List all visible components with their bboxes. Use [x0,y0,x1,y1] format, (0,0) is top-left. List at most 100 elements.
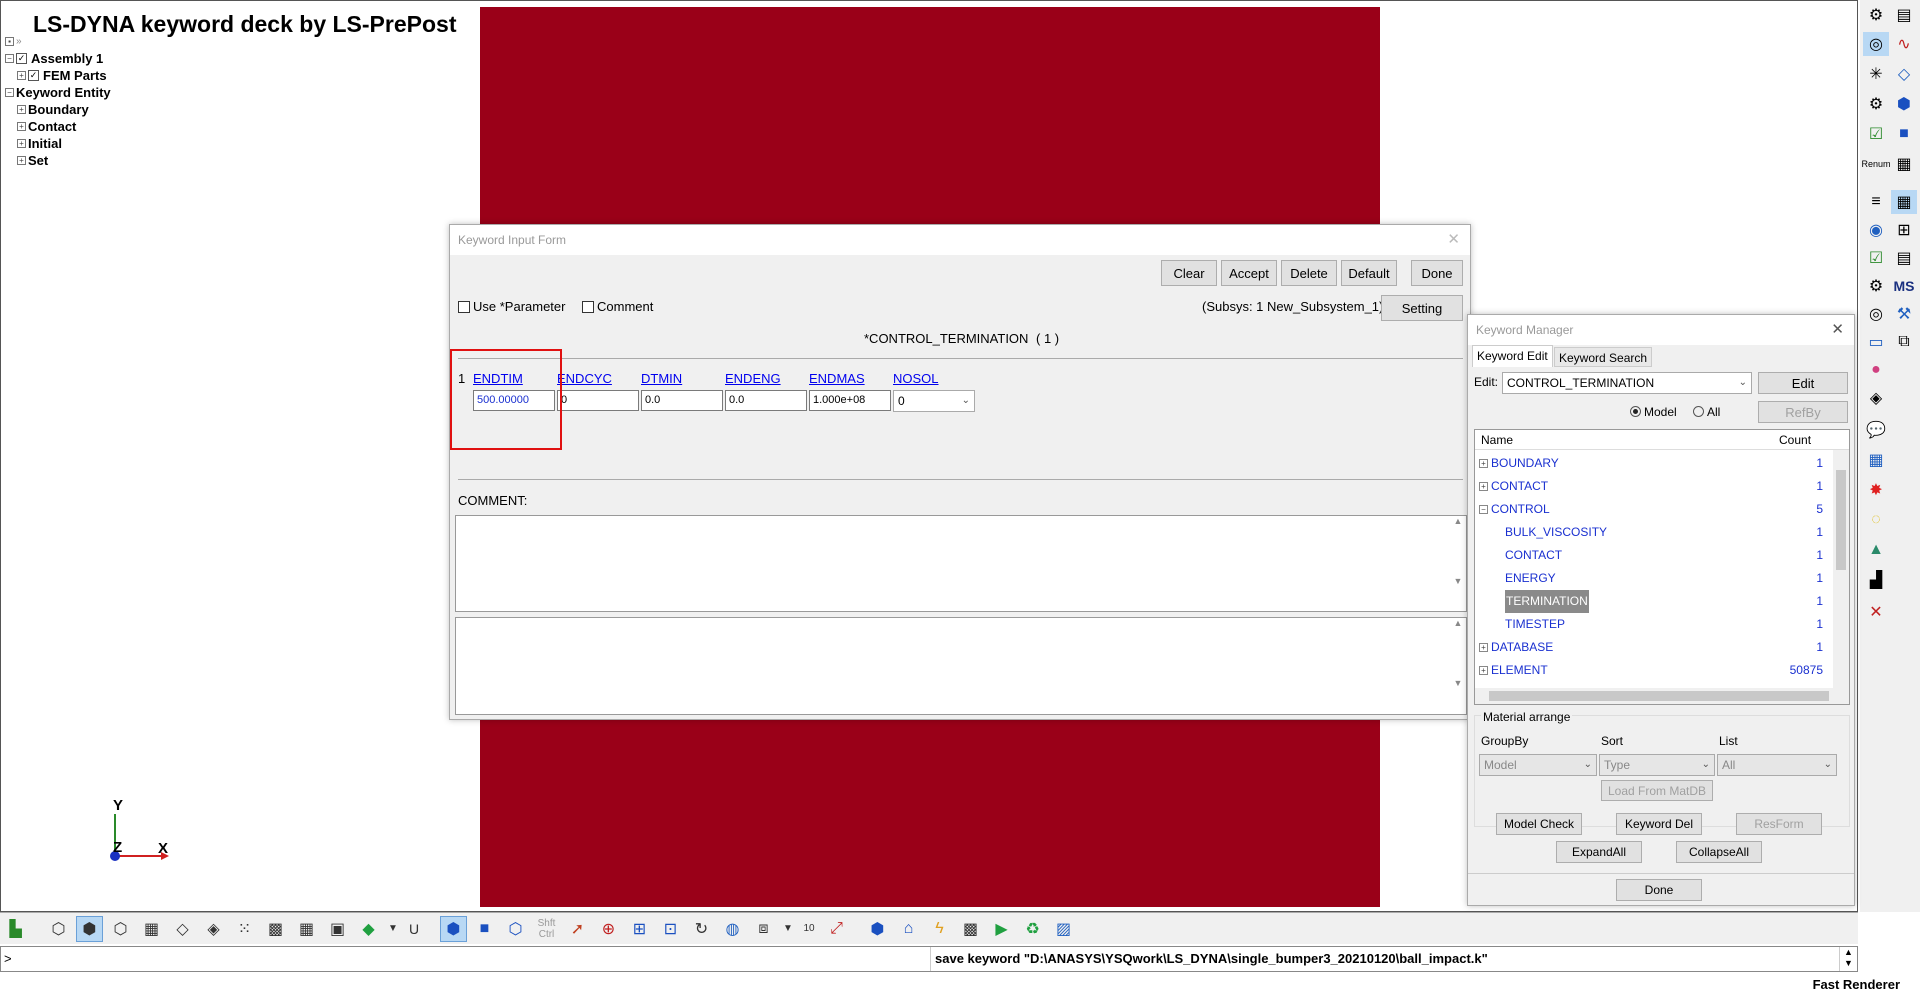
horizontal-scrollbar[interactable] [1475,688,1849,704]
model-check-button[interactable]: Model Check [1496,813,1582,835]
resform-button[interactable]: ResForm [1736,813,1822,835]
expand-icon[interactable]: + [17,156,26,165]
sort-select[interactable]: Type ⌄ [1599,754,1715,776]
tree-item-set[interactable]: + Set [5,152,111,169]
field-label-nosol[interactable]: NOSOL [893,371,939,386]
done-button[interactable]: Done [1411,260,1463,286]
nosol-select[interactable]: 0 ⌄ [893,390,975,412]
keyword-select[interactable]: CONTROL_TERMINATION ⌄ [1502,372,1752,394]
hidden-line-icon[interactable]: ⬡ [107,916,134,942]
delete-button[interactable]: Delete [1281,260,1337,286]
grid-mesh-icon[interactable]: ▦ [1891,152,1917,176]
expand-all-button[interactable]: ExpandAll [1556,841,1642,863]
view-dropdown-icon[interactable]: ▼ [781,916,795,942]
image-icon[interactable]: ▨ [1050,916,1077,942]
list-select[interactable]: All ⌄ [1717,754,1837,776]
checker-icon[interactable]: ▩ [957,916,984,942]
speech-bubble-icon[interactable]: 💬 [1863,418,1889,442]
hex-mesh-icon[interactable]: ⊞ [1891,218,1917,242]
scrollbar[interactable]: ▲ ▼ [1450,516,1466,611]
curve-icon[interactable]: ∿ [1891,32,1917,56]
shaded-view-icon[interactable]: ⬢ [440,915,467,942]
radio-on-icon[interactable] [1630,406,1641,417]
preview-textarea[interactable]: ▲ ▼ [455,617,1467,715]
rings-icon[interactable]: ◎ [1863,302,1889,326]
view-cube-icon[interactable]: ⧈ [750,916,777,942]
cube-color-icon[interactable]: ◈ [1863,386,1889,410]
tree-row[interactable]: BULK_VISCOSITY 1 [1475,521,1849,544]
tree-row[interactable]: TIMESTEP 1 [1475,613,1849,636]
mesh-tool-icon[interactable]: ◎ [1863,32,1889,56]
expand-icon[interactable]: + [17,122,26,131]
endcyc-input[interactable]: 0 [557,390,639,411]
checkbox-icon[interactable]: ✓ [16,53,27,64]
triangle-icon[interactable]: ▲ [1863,538,1889,562]
load-matdb-button[interactable]: Load From MatDB [1601,780,1713,801]
mesh-cube-icon[interactable]: ▦ [138,916,165,942]
command-input[interactable]: > [1,947,931,971]
grid-cube-icon[interactable]: ▩ [262,916,289,942]
double-arrow-icon[interactable]: » [16,33,22,50]
tree-row[interactable]: CONTACT 1 [1475,544,1849,567]
checkbox-icon[interactable]: ✓ [28,70,39,81]
tree-row[interactable]: ENERGY 1 [1475,567,1849,590]
expand-icon[interactable]: − [5,88,14,97]
shift-ctrl-icon[interactable]: Shft Ctrl [533,916,560,942]
field-label-endcyc[interactable]: ENDCYC [557,371,612,386]
tree-row[interactable]: + CONTACT 1 [1475,475,1849,498]
tree-assembly[interactable]: − ✓ Assembly 1 [5,50,111,67]
check-icon[interactable]: ☑ [1863,122,1889,146]
command-scrollbar[interactable]: ▲ ▼ [1839,947,1857,971]
wrench-icon[interactable]: ⚒ [1891,302,1917,326]
tree-row[interactable]: + ELEMENT 50875 [1475,659,1849,682]
fringe-icon[interactable]: ◆ [355,916,382,942]
close-icon[interactable]: ✕ [1831,315,1844,345]
expand-icon[interactable]: + [17,139,26,148]
dtmin-input[interactable]: 0.0 [641,390,723,411]
groupby-select[interactable]: Model ⌄ [1479,754,1597,776]
vertical-scrollbar[interactable] [1833,450,1849,690]
tree-row[interactable]: + BOUNDARY 1 [1475,452,1849,475]
keyword-del-button[interactable]: Keyword Del [1616,813,1702,835]
tree-row[interactable]: TERMINATION 1 [1475,590,1849,613]
pick-icon[interactable]: ➚ [564,916,591,942]
km-done-button[interactable]: Done [1616,879,1702,901]
iso-cube-icon[interactable]: ⬢ [864,916,891,942]
radio-all[interactable]: All [1693,405,1720,419]
split-view-icon[interactable]: ▦ [1863,448,1889,472]
recycle-icon[interactable]: ♻ [1019,916,1046,942]
field-label-endmas[interactable]: ENDMAS [809,371,865,386]
sphere-icon[interactable]: ◉ [1863,218,1889,242]
zoom-window-icon[interactable]: ⊡ [657,916,684,942]
field-label-endeng[interactable]: ENDENG [725,371,781,386]
default-button[interactable]: Default [1341,260,1397,286]
lightbulb-icon[interactable]: ◌ [1863,508,1889,532]
model-tree[interactable]: ▪» − ✓ Assembly 1 + ✓ FEM Parts − Keywor… [5,33,111,169]
ms-icon[interactable]: MS [1891,274,1917,298]
clear-button[interactable]: Clear [1161,260,1217,286]
center-icon[interactable]: ⊕ [595,916,622,942]
refby-button[interactable]: RefBy [1758,401,1848,423]
accept-button[interactable]: Accept [1221,260,1277,286]
check-list-icon[interactable]: ☑ [1863,246,1889,270]
settings-icon[interactable]: ⚙ [1863,92,1889,116]
use-parameter-checkbox[interactable]: Use *Parameter [458,299,565,314]
rotate-icon[interactable]: ↻ [688,916,715,942]
keyword-tree[interactable]: Name Count + BOUNDARY 1 + CONTACT 1− CONTROL 5 B… [1474,429,1850,705]
expand-icon[interactable]: + [1479,459,1488,468]
play-icon[interactable]: ▶ [988,916,1015,942]
element-cube-icon[interactable]: ▣ [324,916,351,942]
tree-item-boundary[interactable]: + Boundary [5,101,111,118]
shaded-cube-icon[interactable]: ⬢ [76,915,103,942]
zoom-in-icon[interactable]: ⊞ [626,916,653,942]
checkbox-icon[interactable] [458,301,470,313]
u-icon[interactable]: U [404,916,424,942]
transform-icon[interactable]: ⧉ [1891,330,1917,354]
field-label-dtmin[interactable]: DTMIN [641,371,682,386]
step-count-icon[interactable]: 10 [799,916,819,942]
blue-cube-icon[interactable]: ■ [471,916,498,942]
transparent-cube-icon[interactable]: ⬡ [502,916,529,942]
globe-icon[interactable]: ◍ [719,916,746,942]
wireframe-cube-icon[interactable]: ⬡ [45,916,72,942]
cross-mesh-icon[interactable]: ✕ [1863,600,1889,624]
